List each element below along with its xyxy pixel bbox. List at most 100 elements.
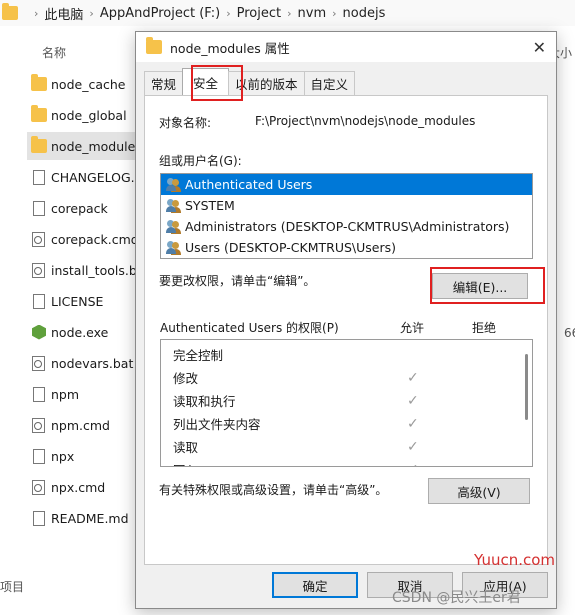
folder-icon [146,37,162,54]
file-row-corepack-cmd[interactable]: corepack.cmd [27,225,137,253]
file-name: README.md [51,510,129,526]
perm-row-write: 写入 ✓ [161,458,532,467]
breadcrumb-item-drive[interactable]: AppAndProject (F:) [100,6,220,21]
watermark-author: CSDN @民兴王er君 [392,590,521,606]
user-group-icon [166,240,182,255]
file-row-changelog[interactable]: CHANGELOG.md [27,163,137,191]
tab-general[interactable]: 常规 [144,71,184,95]
properties-dialog: node_modules 属性 ✕ 常规 安全 以前的版本 自定义 对象名称: … [135,31,557,609]
file-row-npx-cmd[interactable]: npx.cmd [27,473,137,501]
script-icon [32,262,45,278]
document-icon [33,448,45,464]
chevron-right-icon: › [287,6,292,20]
file-name: nodevars.bat [51,355,134,371]
file-row-nodevars[interactable]: nodevars.bat [27,349,137,377]
breadcrumb-item-nvm[interactable]: nvm [298,6,327,21]
document-icon [33,510,45,526]
perm-row-read-execute: 读取和执行 ✓ [161,389,532,412]
permission-name: 读取 [173,440,199,455]
ok-button[interactable]: 确定 [272,572,358,598]
document-icon [33,386,45,402]
perm-row-list-folder: 列出文件夹内容 ✓ [161,412,532,435]
file-name: npm [51,386,80,402]
dialog-title: node_modules 属性 [170,40,290,56]
highlight-security-tab [191,65,243,101]
breadcrumb: › 此电脑 › AppAndProject (F:) › Project › n… [28,4,385,23]
script-icon [32,479,45,495]
check-icon: ✓ [407,415,419,432]
file-row-readme[interactable]: README.md [27,504,137,532]
file-name: install_tools.bat [51,262,137,278]
permissions-list[interactable]: 完全控制 修改 ✓ 读取和执行 ✓ 列出文件夹内容 ✓ 读取 ✓ 写入 ✓ [160,339,533,467]
permission-name: 列出文件夹内容 [173,417,261,432]
column-header-name[interactable]: 名称 [42,44,66,61]
file-name: corepack [51,200,108,216]
user-item-authenticated[interactable]: Authenticated Users [161,174,532,195]
group-users-label: 组或用户名(G): [159,154,242,168]
file-name: npm.cmd [51,417,110,433]
user-name: Administrators (DESKTOP-CKMTRUS\Administ… [185,219,510,234]
file-name: node_cache [51,76,126,92]
chevron-right-icon: › [34,6,39,20]
user-item-system[interactable]: SYSTEM [161,195,532,216]
chevron-right-icon: › [89,6,94,20]
file-row-node-modules[interactable]: node_modules [27,132,137,160]
permission-name: 修改 [173,371,199,386]
advanced-button[interactable]: 高级(V) [428,478,530,504]
tab-strip: 常规 安全 以前的版本 自定义 [144,68,356,95]
file-row-npm[interactable]: npm [27,380,137,408]
breadcrumb-item-nodejs[interactable]: nodejs [343,6,386,21]
address-bar[interactable]: › 此电脑 › AppAndProject (F:) › Project › n… [0,0,575,26]
security-panel: 对象名称: F:\Project\nvm\nodejs\node_modules… [144,95,548,565]
object-name-label: 对象名称: [159,116,212,130]
file-name: corepack.cmd [51,231,137,247]
file-row-install-tools[interactable]: install_tools.bat [27,256,137,284]
document-icon [33,293,45,309]
chevron-right-icon: › [332,6,337,20]
permission-name: 完全控制 [173,348,224,363]
file-row-npm-cmd[interactable]: npm.cmd [27,411,137,439]
file-row-node-global[interactable]: node_global [27,101,137,129]
file-row-node-cache[interactable]: node_cache [27,70,137,98]
users-listbox[interactable]: Authenticated Users SYSTEM Administrator… [160,173,533,259]
file-name: npx [51,448,75,464]
dialog-titlebar[interactable]: node_modules 属性 ✕ [136,32,556,62]
folder-icon [31,136,47,153]
check-icon: ✓ [407,392,419,409]
script-icon [32,417,45,433]
tab-customize[interactable]: 自定义 [303,71,356,95]
file-name: CHANGELOG.md [51,169,137,185]
size-value: 66 [564,326,575,340]
perm-row-modify: 修改 ✓ [161,366,532,389]
permissions-scrollbar[interactable] [525,354,528,420]
deny-column-label: 拒绝 [472,321,497,335]
file-name: LICENSE [51,293,104,309]
close-icon[interactable]: ✕ [533,38,546,57]
perm-row-read: 读取 ✓ [161,435,532,458]
document-icon [33,200,45,216]
nodejs-icon [32,324,46,340]
permission-name: 读取和执行 [173,394,236,409]
file-row-node-exe[interactable]: node.exe [27,318,137,346]
permission-name: 写入 [173,460,198,466]
user-item-administrators[interactable]: Administrators (DESKTOP-CKMTRUS\Administ… [161,216,532,237]
file-row-license[interactable]: LICENSE [27,287,137,315]
check-icon: ✓ [407,438,419,455]
user-name: Authenticated Users [185,177,313,192]
user-item-users[interactable]: Users (DESKTOP-CKMTRUS\Users) [161,237,532,258]
highlight-edit-button [430,267,545,304]
file-row-npx[interactable]: npx [27,442,137,470]
check-icon: ✓ [407,369,419,386]
allow-column-label: 允许 [400,321,425,335]
file-name: node_modules [51,138,137,154]
file-row-corepack[interactable]: corepack [27,194,137,222]
file-name: node.exe [51,324,109,340]
status-items-label: 项目 [0,580,25,594]
breadcrumb-item-project[interactable]: Project [237,6,281,21]
file-name: node_global [51,107,127,123]
object-name-value: F:\Project\nvm\nodejs\node_modules [255,114,476,128]
user-name: Users (DESKTOP-CKMTRUS\Users) [185,240,396,255]
advanced-hint: 有关特殊权限或高级设置，请单击“高级”。 [159,483,388,497]
breadcrumb-item-this-pc[interactable]: 此电脑 [44,4,83,23]
folder-icon [2,3,18,20]
